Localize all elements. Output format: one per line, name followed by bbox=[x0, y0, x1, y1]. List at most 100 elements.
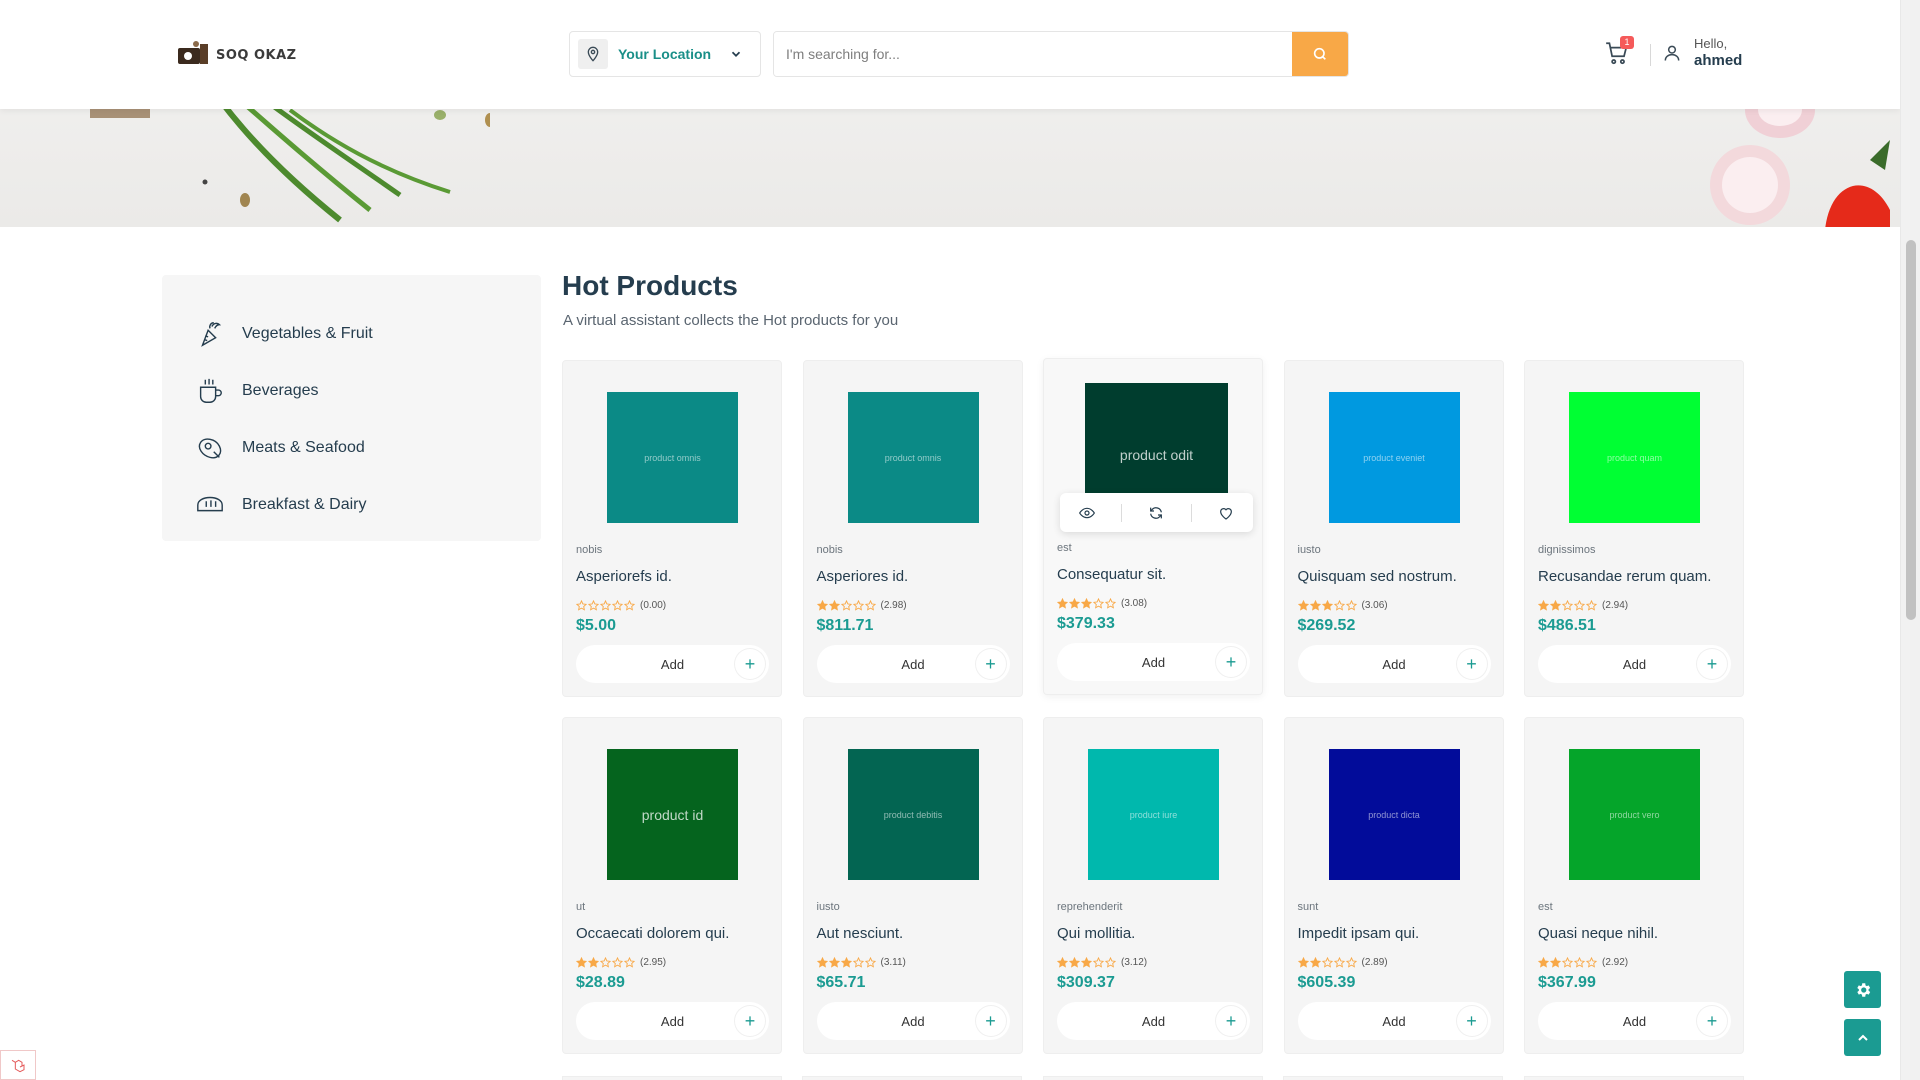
product-image[interactable]: product eveniet bbox=[1328, 392, 1460, 523]
quick-view-button[interactable] bbox=[1067, 498, 1107, 528]
add-to-cart-button[interactable]: Add + bbox=[1297, 1002, 1491, 1040]
product-category[interactable]: iusto bbox=[817, 901, 840, 913]
product-card[interactable]: product iure reprehenderit Qui mollitia. (3… bbox=[1043, 717, 1263, 1054]
add-to-cart-button[interactable]: Add + bbox=[1297, 645, 1491, 683]
product-rating: (3.08) bbox=[1056, 594, 1147, 613]
sidebar-item-vegetables-fruit[interactable]: Vegetables & Fruit bbox=[162, 305, 541, 362]
plus-icon[interactable]: + bbox=[1216, 1006, 1246, 1036]
product-price: $5.00 bbox=[576, 617, 617, 634]
product-name[interactable]: Qui mollitia. bbox=[1057, 925, 1135, 942]
site-header: SOQ OKAZ Your Location 1 Hello, ahmed bbox=[0, 0, 1900, 109]
plus-icon[interactable]: + bbox=[975, 649, 1006, 679]
user-account[interactable]: Hello, ahmed bbox=[1662, 36, 1742, 70]
product-card[interactable]: product quam dignissimos Recusandae rerum … bbox=[1524, 360, 1744, 697]
location-selector[interactable]: Your Location bbox=[569, 31, 761, 77]
product-name[interactable]: Impedit ipsam qui. bbox=[1298, 925, 1420, 942]
product-name[interactable]: Recusandae rerum quam. bbox=[1538, 568, 1711, 585]
add-to-cart-button[interactable]: Add + bbox=[816, 645, 1010, 683]
add-to-cart-button[interactable]: Add + bbox=[816, 1002, 1010, 1040]
site-logo[interactable]: SOQ OKAZ bbox=[176, 38, 297, 68]
cart-button[interactable]: 1 bbox=[1604, 36, 1634, 68]
search-button[interactable] bbox=[1292, 32, 1348, 76]
product-card[interactable]: product omnis nobis Asperiorefs id. (0.00) $… bbox=[562, 360, 782, 697]
plus-icon[interactable]: + bbox=[1456, 649, 1487, 679]
plus-icon[interactable]: + bbox=[735, 1006, 765, 1036]
star-filled-icon bbox=[1309, 596, 1321, 615]
product-image[interactable]: product omnis bbox=[607, 392, 738, 523]
product-category[interactable]: sunt bbox=[1298, 901, 1319, 913]
product-image[interactable]: product id bbox=[607, 749, 738, 880]
settings-button[interactable] bbox=[1844, 971, 1881, 1008]
add-to-cart-button[interactable]: Add + bbox=[1057, 1002, 1250, 1040]
product-category[interactable]: reprehenderit bbox=[1057, 901, 1122, 913]
plus-icon[interactable]: + bbox=[1697, 649, 1727, 679]
add-to-cart-button[interactable]: Add + bbox=[1538, 645, 1731, 683]
product-card[interactable]: product id ut Occaecati dolorem qui. (2.95)… bbox=[562, 717, 782, 1054]
search-input[interactable] bbox=[774, 32, 1292, 76]
product-category[interactable]: dignissimos bbox=[1538, 544, 1595, 556]
sidebar-item-label: Beverages bbox=[242, 381, 319, 399]
plus-icon[interactable]: + bbox=[735, 649, 765, 679]
product-price: $309.37 bbox=[1057, 974, 1115, 991]
product-name[interactable]: Aut nesciunt. bbox=[817, 925, 904, 942]
debug-toolbar-icon[interactable] bbox=[0, 1050, 36, 1080]
plus-icon[interactable]: + bbox=[1216, 647, 1246, 677]
product-name[interactable]: Quasi neque nihil. bbox=[1538, 925, 1658, 942]
scroll-to-top-button[interactable] bbox=[1844, 1019, 1881, 1056]
product-card[interactable]: product eveniet iusto Quisquam sed nostrum… bbox=[1283, 360, 1504, 697]
rating-stars bbox=[816, 953, 876, 972]
product-category[interactable]: nobis bbox=[576, 544, 602, 556]
add-label: Add bbox=[1141, 654, 1166, 670]
product-name[interactable]: Quisquam sed nostrum. bbox=[1298, 568, 1457, 585]
plus-icon[interactable]: + bbox=[1456, 1006, 1487, 1036]
star-empty-icon bbox=[1561, 596, 1574, 615]
sidebar-item-label: Vegetables & Fruit bbox=[242, 324, 373, 342]
star-filled-icon bbox=[1297, 953, 1309, 972]
product-category[interactable]: iusto bbox=[1298, 544, 1321, 556]
vegetables-decoration bbox=[1710, 100, 1890, 227]
star-filled-icon bbox=[1321, 596, 1333, 615]
product-card[interactable]: product debitis iusto Aut nesciunt. (3.11) $… bbox=[802, 717, 1023, 1054]
product-card[interactable]: product omnis nobis Asperiores id. (2.98) $8… bbox=[802, 360, 1023, 697]
product-category[interactable]: est bbox=[1538, 901, 1553, 913]
star-empty-icon bbox=[1092, 594, 1105, 613]
product-image[interactable]: product quam bbox=[1569, 392, 1700, 523]
product-category[interactable]: nobis bbox=[817, 544, 843, 556]
product-name[interactable]: Occaecati dolorem qui. bbox=[576, 925, 729, 942]
wishlist-button[interactable] bbox=[1206, 498, 1246, 528]
plus-icon[interactable]: + bbox=[975, 1006, 1006, 1036]
add-to-cart-button[interactable]: Add + bbox=[576, 645, 769, 683]
product-card[interactable]: product vero est Quasi neque nihil. (2.92) $… bbox=[1524, 717, 1744, 1054]
product-category[interactable]: ut bbox=[576, 901, 585, 913]
plus-icon[interactable]: + bbox=[1697, 1006, 1727, 1036]
product-name[interactable]: Consequatur sit. bbox=[1057, 566, 1166, 583]
product-image[interactable]: product dicta bbox=[1328, 749, 1460, 880]
product-name[interactable]: Asperiores id. bbox=[817, 568, 909, 585]
compare-button[interactable] bbox=[1136, 498, 1176, 528]
product-price: $28.89 bbox=[576, 974, 625, 991]
product-card[interactable]: product dicta sunt Impedit ipsam qui. (2.89… bbox=[1283, 717, 1504, 1054]
product-rating: (3.12) bbox=[1056, 953, 1147, 972]
product-grid: product omnis nobis Asperiorefs id. (0.00) $… bbox=[562, 358, 1744, 1054]
username-text: ahmed bbox=[1694, 52, 1743, 69]
star-filled-icon bbox=[1537, 596, 1550, 615]
product-card[interactable]: product odit est Consequatur sit. (3.08) $37… bbox=[1043, 358, 1263, 695]
star-empty-icon bbox=[599, 596, 612, 615]
quick-actions-divider bbox=[1121, 503, 1123, 522]
page-scrollbar[interactable] bbox=[1900, 0, 1920, 1080]
add-to-cart-button[interactable]: Add + bbox=[1057, 643, 1250, 681]
product-image[interactable]: product omnis bbox=[847, 392, 979, 523]
product-image[interactable]: product iure bbox=[1088, 749, 1219, 880]
add-to-cart-button[interactable]: Add + bbox=[1538, 1002, 1731, 1040]
sidebar-item-meats-seafood[interactable]: Meats & Seafood bbox=[162, 419, 541, 476]
sidebar-item-breakfast-dairy[interactable]: Breakfast & Dairy bbox=[162, 476, 541, 533]
scrollbar-thumb[interactable] bbox=[1906, 240, 1916, 620]
rating-stars bbox=[1056, 953, 1117, 972]
star-empty-icon bbox=[1333, 953, 1345, 972]
product-category[interactable]: est bbox=[1057, 542, 1072, 554]
sidebar-item-beverages[interactable]: Beverages bbox=[162, 362, 541, 419]
product-name[interactable]: Asperiorefs id. bbox=[576, 568, 672, 585]
product-image[interactable]: product debitis bbox=[847, 749, 979, 880]
add-to-cart-button[interactable]: Add + bbox=[576, 1002, 769, 1040]
product-image[interactable]: product vero bbox=[1569, 749, 1700, 880]
